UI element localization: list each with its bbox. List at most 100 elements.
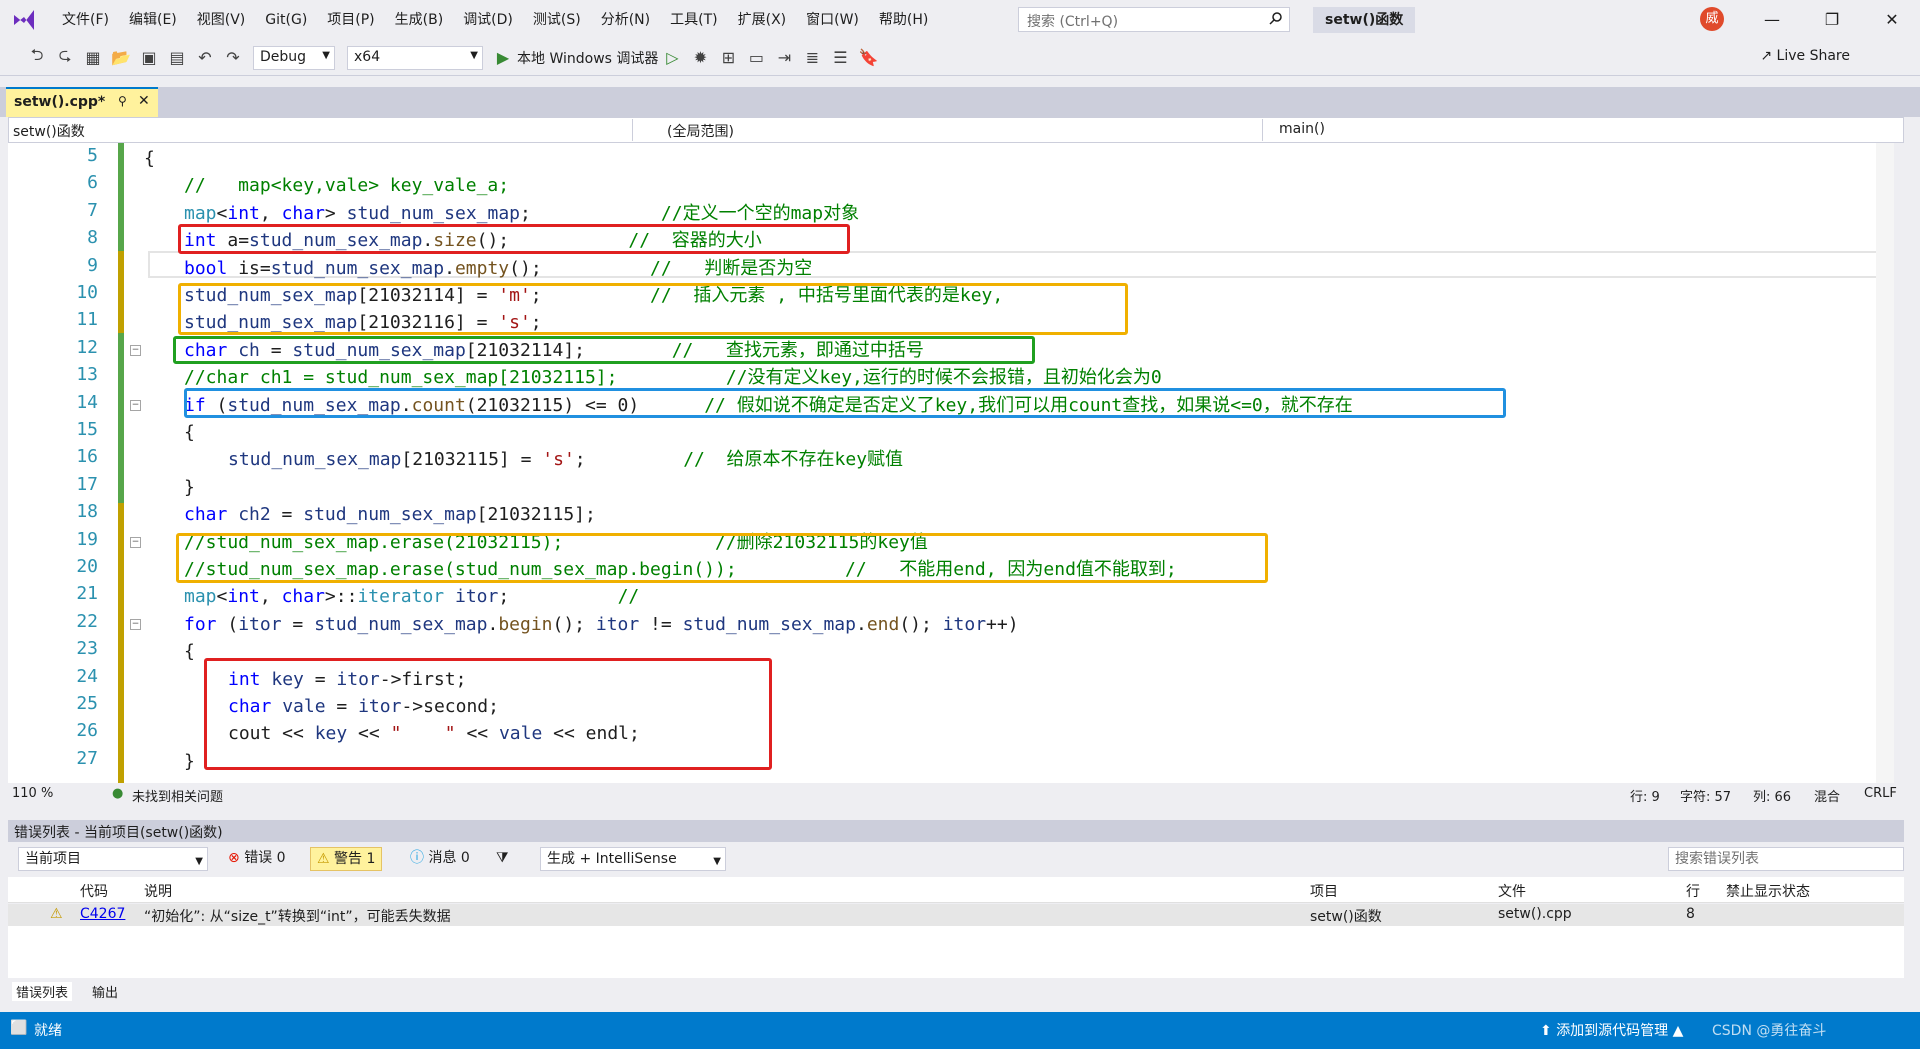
minimize-icon[interactable]: —: [1762, 10, 1782, 30]
warning-file: setw().cpp: [1498, 906, 1572, 922]
fold-toggle-icon[interactable]: −: [130, 536, 141, 548]
menu-item[interactable]: 测试(S): [523, 0, 591, 40]
save-icon[interactable]: ▣: [138, 47, 160, 69]
error-list-title-text: 错误列表 - 当前项目(setw()函数): [14, 825, 223, 841]
search-box[interactable]: 搜索 (Ctrl+Q): [1018, 7, 1290, 32]
whitespace-indicator[interactable]: 混合: [1814, 786, 1840, 805]
column-file[interactable]: 文件: [1498, 881, 1526, 901]
tab-output[interactable]: 输出: [88, 982, 122, 1001]
pin-icon[interactable]: ⚲: [118, 94, 127, 108]
back-icon[interactable]: ⮌: [26, 45, 48, 69]
source-control-button[interactable]: ⬆ 添加到源代码管理 ▲: [1540, 1020, 1683, 1040]
fold-toggle-icon[interactable]: −: [130, 399, 141, 411]
member-select[interactable]: main(): [1275, 119, 1887, 141]
code-line: char ch2 = stud_num_sex_map[21032115];: [184, 504, 596, 526]
visual-studio-logo-icon[interactable]: [10, 6, 38, 34]
step-icon[interactable]: ⇥: [773, 47, 795, 69]
start-debug-icon[interactable]: ▶: [492, 47, 514, 69]
menu-item[interactable]: 编辑(E): [119, 0, 187, 40]
column-project[interactable]: 项目: [1310, 881, 1338, 901]
menu-item[interactable]: 工具(T): [660, 0, 727, 40]
tab-label: setw().cpp*: [14, 94, 106, 110]
project-select-value: setw()函数: [13, 124, 85, 140]
member-select-value: main(): [1279, 121, 1325, 137]
project-select[interactable]: setw()函数: [9, 119, 633, 141]
code-line: {: [184, 641, 195, 663]
scope-select[interactable]: (全局范围): [663, 119, 1263, 141]
table-row[interactable]: ⚠ C4267 “初始化”: 从“size_t”转换到“int”，可能丢失数据 …: [8, 904, 1904, 926]
menu-item[interactable]: 扩展(X): [728, 0, 797, 40]
warning-code-link[interactable]: C4267: [80, 906, 125, 922]
fold-toggle-icon[interactable]: −: [130, 344, 141, 356]
column-code[interactable]: 代码: [80, 881, 108, 901]
warning-line: 8: [1686, 906, 1695, 922]
menu-item[interactable]: 项目(P): [317, 0, 384, 40]
issues-status[interactable]: 未找到相关问题: [132, 786, 223, 805]
search-icon: [1269, 12, 1282, 25]
debugger-label[interactable]: 本地 Windows 调试器: [517, 48, 658, 68]
code-line: }: [184, 750, 195, 772]
document-tab-strip: setw().cpp* ⚲ ✕: [0, 87, 1920, 117]
bottom-tool-tabs: 错误列表 输出: [8, 980, 1904, 1001]
close-tab-icon[interactable]: ✕: [138, 93, 150, 109]
build-filter-select[interactable]: 生成 + IntelliSense ▼: [540, 847, 726, 871]
fold-toggle-icon[interactable]: −: [130, 618, 141, 630]
menu-bar: 文件(F) 编辑(E) 视图(V) Git(G) 项目(P) 生成(B) 调试(D) 测试(S…: [0, 0, 1920, 40]
column-suppression[interactable]: 禁止显示状态: [1726, 881, 1810, 901]
comment-icon[interactable]: ☰: [829, 47, 851, 69]
format-icon[interactable]: ≣: [801, 47, 823, 69]
column-description[interactable]: 说明: [144, 881, 172, 901]
errors-filter-button[interactable]: ⊗ 错误 0: [222, 847, 292, 871]
scope-filter-select[interactable]: 当前项目 ▼: [18, 847, 208, 871]
tab-error-list[interactable]: 错误列表: [12, 982, 73, 1001]
check-icon: ●: [112, 786, 124, 801]
filter-icon[interactable]: ⧩: [490, 847, 515, 871]
warnings-count: 警告 1: [334, 851, 376, 867]
error-search-box[interactable]: 搜索错误列表: [1668, 847, 1904, 871]
menu-item[interactable]: 帮助(H): [869, 0, 938, 40]
navigation-bar: setw()函数 (全局范围) main(): [8, 117, 1904, 143]
window-left-edge: [0, 76, 8, 1012]
new-project-icon[interactable]: ▦: [82, 47, 104, 69]
redo-icon[interactable]: ↷: [222, 47, 244, 69]
line-ending-indicator[interactable]: CRLF: [1864, 786, 1897, 801]
error-search-placeholder: 搜索错误列表: [1675, 851, 1759, 867]
status-ready: 就绪: [34, 1023, 62, 1039]
layout-icon[interactable]: ▭: [745, 47, 767, 69]
menu-item[interactable]: 调试(D): [453, 0, 523, 40]
code-line: {: [144, 148, 155, 169]
configuration-select[interactable]: Debug ▼: [253, 45, 335, 70]
menu-item[interactable]: 文件(F): [52, 0, 119, 40]
column-line[interactable]: 行: [1686, 881, 1700, 901]
solution-title: setw()函数: [1313, 7, 1416, 33]
vertical-scrollbar[interactable]: [1876, 143, 1894, 783]
hot-reload-icon[interactable]: ✹: [689, 47, 711, 69]
messages-filter-button[interactable]: ⓘ 消息 0: [404, 847, 476, 871]
menu-item[interactable]: Git(G): [255, 0, 317, 40]
open-file-icon[interactable]: 📂: [110, 47, 132, 69]
forward-icon[interactable]: ⮎: [54, 45, 76, 69]
close-icon[interactable]: ✕: [1882, 10, 1902, 30]
warning-icon: ⚠: [50, 906, 63, 922]
tab-setw-cpp[interactable]: setw().cpp* ⚲ ✕: [6, 87, 158, 117]
menu-item[interactable]: 视图(V): [187, 0, 256, 40]
avatar[interactable]: 威: [1700, 7, 1724, 31]
warnings-filter-button[interactable]: ⚠ 警告 1: [310, 847, 383, 871]
undo-icon[interactable]: ↶: [194, 47, 216, 69]
annotation-box-red-2: [204, 658, 772, 770]
menu-item[interactable]: 生成(B): [385, 0, 454, 40]
platform-select[interactable]: x64 ▼: [347, 45, 483, 70]
annotation-box-blue: [184, 388, 1506, 418]
zoom-level[interactable]: 110 %: [12, 786, 53, 801]
platform-value: x64: [354, 48, 381, 65]
live-share-button[interactable]: ↗ Live Share: [1760, 48, 1850, 64]
start-without-debug-icon[interactable]: ▷: [661, 47, 683, 69]
browse-icon[interactable]: ⊞: [717, 47, 739, 69]
code-line: map<int, char> stud_num_sex_map; //定义一个空…: [184, 202, 860, 224]
menu-item[interactable]: 分析(N): [591, 0, 660, 40]
save-all-icon[interactable]: ▤: [166, 47, 188, 69]
code-editor[interactable]: 5 6 7 8 9 10 11 12 13 14 15 16 17 18 19 20 21 22 23 24 25 26 2…: [8, 143, 1894, 783]
menu-item[interactable]: 窗口(W): [796, 0, 869, 40]
bookmark-icon[interactable]: 🔖: [857, 47, 879, 69]
restore-icon[interactable]: ❐: [1822, 10, 1842, 30]
